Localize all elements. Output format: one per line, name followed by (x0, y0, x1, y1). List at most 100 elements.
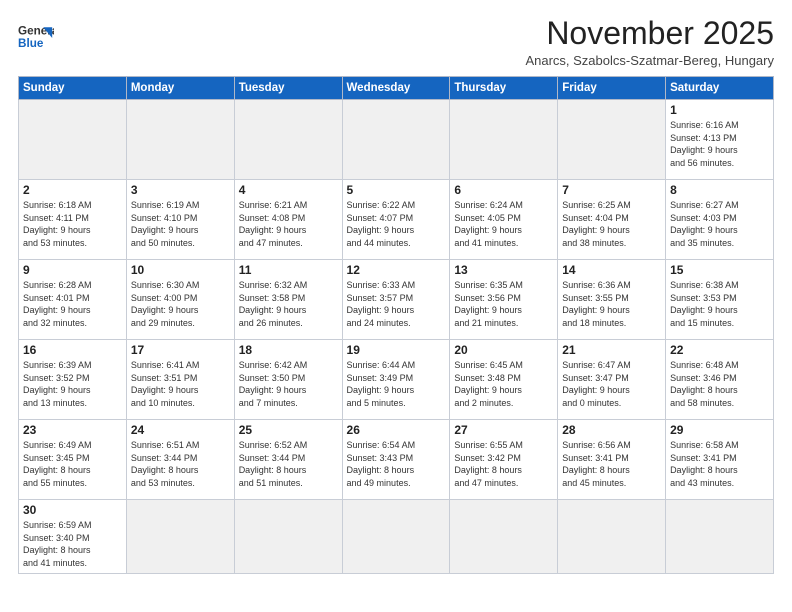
calendar-cell: 29 Sunrise: 6:58 AM Sunset: 3:41 PM Dayli… (666, 420, 774, 500)
calendar-cell: 3Sunrise: 6:19 AM Sunset: 4:10 PM Daylig… (126, 180, 234, 260)
day-info: Sunrise: 6:21 AM Sunset: 4:08 PM Dayligh… (239, 199, 338, 249)
calendar-cell (666, 500, 774, 573)
day-number: 15 (670, 263, 769, 277)
calendar-cell: 17Sunrise: 6:41 AM Sunset: 3:51 PM Dayli… (126, 340, 234, 420)
day-info: Sunrise: 6:32 AM Sunset: 3:58 PM Dayligh… (239, 279, 338, 329)
calendar-week-row: 16Sunrise: 6:39 AM Sunset: 3:52 PM Dayli… (19, 340, 774, 420)
logo-icon: General Blue (18, 20, 54, 56)
calendar-cell: 18Sunrise: 6:42 AM Sunset: 3:50 PM Dayli… (234, 340, 342, 420)
day-info: Sunrise: 6:19 AM Sunset: 4:10 PM Dayligh… (131, 199, 230, 249)
day-info: Sunrise: 6:55 AM Sunset: 3:42 PM Dayligh… (454, 439, 553, 489)
day-info: Sunrise: 6:16 AM Sunset: 4:13 PM Dayligh… (670, 119, 769, 169)
calendar-week-row: 9 Sunrise: 6:28 AM Sunset: 4:01 PM Daylig… (19, 260, 774, 340)
calendar-cell (450, 100, 558, 180)
calendar-cell (126, 500, 234, 573)
day-info: Sunrise: 6:24 AM Sunset: 4:05 PM Dayligh… (454, 199, 553, 249)
calendar-cell: 27 Sunrise: 6:55 AM Sunset: 3:42 PM Dayli… (450, 420, 558, 500)
svg-text:Blue: Blue (18, 37, 44, 50)
calendar-cell: 2 Sunrise: 6:18 AM Sunset: 4:11 PM Daylig… (19, 180, 127, 260)
calendar-cell: 22 Sunrise: 6:48 AM Sunset: 3:46 PM Dayli… (666, 340, 774, 420)
calendar-cell: 4 Sunrise: 6:21 AM Sunset: 4:08 PM Daylig… (234, 180, 342, 260)
day-info: Sunrise: 6:42 AM Sunset: 3:50 PM Dayligh… (239, 359, 338, 409)
day-number: 25 (239, 423, 338, 437)
calendar-cell: 26 Sunrise: 6:54 AM Sunset: 3:43 PM Dayli… (342, 420, 450, 500)
calendar-header-monday: Monday (126, 77, 234, 100)
day-info: Sunrise: 6:38 AM Sunset: 3:53 PM Dayligh… (670, 279, 769, 329)
day-number: 9 (23, 263, 122, 277)
day-number: 26 (347, 423, 446, 437)
day-number: 29 (670, 423, 769, 437)
calendar-week-row: 1 Sunrise: 6:16 AM Sunset: 4:13 PM Daylig… (19, 100, 774, 180)
calendar-week-row: 23Sunrise: 6:49 AM Sunset: 3:45 PM Dayli… (19, 420, 774, 500)
calendar-cell (19, 100, 127, 180)
header: General Blue November 2025 Anarcs, Szabo… (18, 16, 774, 68)
day-info: Sunrise: 6:59 AM Sunset: 3:40 PM Dayligh… (23, 519, 122, 569)
day-number: 27 (454, 423, 553, 437)
day-info: Sunrise: 6:48 AM Sunset: 3:46 PM Dayligh… (670, 359, 769, 409)
calendar-cell: 19Sunrise: 6:44 AM Sunset: 3:49 PM Dayli… (342, 340, 450, 420)
calendar-cell: 24 Sunrise: 6:51 AM Sunset: 3:44 PM Dayli… (126, 420, 234, 500)
calendar-cell: 25 Sunrise: 6:52 AM Sunset: 3:44 PM Dayli… (234, 420, 342, 500)
title-area: November 2025 Anarcs, Szabolcs-Szatmar-B… (525, 16, 774, 68)
page: General Blue November 2025 Anarcs, Szabo… (0, 0, 792, 612)
day-number: 30 (23, 503, 122, 517)
calendar: SundayMondayTuesdayWednesdayThursdayFrid… (18, 76, 774, 573)
calendar-cell: 1 Sunrise: 6:16 AM Sunset: 4:13 PM Daylig… (666, 100, 774, 180)
calendar-header-friday: Friday (558, 77, 666, 100)
calendar-cell (234, 100, 342, 180)
calendar-header-sunday: Sunday (19, 77, 127, 100)
calendar-cell: 5 Sunrise: 6:22 AM Sunset: 4:07 PM Daylig… (342, 180, 450, 260)
day-info: Sunrise: 6:27 AM Sunset: 4:03 PM Dayligh… (670, 199, 769, 249)
day-info: Sunrise: 6:58 AM Sunset: 3:41 PM Dayligh… (670, 439, 769, 489)
day-info: Sunrise: 6:30 AM Sunset: 4:00 PM Dayligh… (131, 279, 230, 329)
calendar-cell: 13 Sunrise: 6:35 AM Sunset: 3:56 PM Dayli… (450, 260, 558, 340)
day-info: Sunrise: 6:28 AM Sunset: 4:01 PM Dayligh… (23, 279, 122, 329)
day-number: 6 (454, 183, 553, 197)
month-title: November 2025 (525, 16, 774, 51)
day-number: 7 (562, 183, 661, 197)
day-info: Sunrise: 6:35 AM Sunset: 3:56 PM Dayligh… (454, 279, 553, 329)
day-info: Sunrise: 6:39 AM Sunset: 3:52 PM Dayligh… (23, 359, 122, 409)
calendar-cell: 12 Sunrise: 6:33 AM Sunset: 3:57 PM Dayli… (342, 260, 450, 340)
calendar-cell: 14Sunrise: 6:36 AM Sunset: 3:55 PM Dayli… (558, 260, 666, 340)
day-number: 4 (239, 183, 338, 197)
location-title: Anarcs, Szabolcs-Szatmar-Bereg, Hungary (525, 53, 774, 68)
day-info: Sunrise: 6:44 AM Sunset: 3:49 PM Dayligh… (347, 359, 446, 409)
day-number: 1 (670, 103, 769, 117)
calendar-cell (558, 500, 666, 573)
day-number: 17 (131, 343, 230, 357)
calendar-cell: 20Sunrise: 6:45 AM Sunset: 3:48 PM Dayli… (450, 340, 558, 420)
calendar-cell: 23Sunrise: 6:49 AM Sunset: 3:45 PM Dayli… (19, 420, 127, 500)
calendar-cell: 11Sunrise: 6:32 AM Sunset: 3:58 PM Dayli… (234, 260, 342, 340)
calendar-week-row: 30 Sunrise: 6:59 AM Sunset: 3:40 PM Dayli… (19, 500, 774, 573)
day-info: Sunrise: 6:22 AM Sunset: 4:07 PM Dayligh… (347, 199, 446, 249)
calendar-header-row: SundayMondayTuesdayWednesdayThursdayFrid… (19, 77, 774, 100)
logo: General Blue (18, 20, 54, 56)
day-number: 12 (347, 263, 446, 277)
day-info: Sunrise: 6:54 AM Sunset: 3:43 PM Dayligh… (347, 439, 446, 489)
day-info: Sunrise: 6:51 AM Sunset: 3:44 PM Dayligh… (131, 439, 230, 489)
day-number: 2 (23, 183, 122, 197)
calendar-cell: 6 Sunrise: 6:24 AM Sunset: 4:05 PM Daylig… (450, 180, 558, 260)
calendar-cell: 28Sunrise: 6:56 AM Sunset: 3:41 PM Dayli… (558, 420, 666, 500)
day-info: Sunrise: 6:56 AM Sunset: 3:41 PM Dayligh… (562, 439, 661, 489)
day-number: 23 (23, 423, 122, 437)
day-info: Sunrise: 6:18 AM Sunset: 4:11 PM Dayligh… (23, 199, 122, 249)
day-info: Sunrise: 6:33 AM Sunset: 3:57 PM Dayligh… (347, 279, 446, 329)
day-info: Sunrise: 6:45 AM Sunset: 3:48 PM Dayligh… (454, 359, 553, 409)
day-number: 24 (131, 423, 230, 437)
calendar-cell (126, 100, 234, 180)
day-number: 21 (562, 343, 661, 357)
day-number: 5 (347, 183, 446, 197)
calendar-cell (234, 500, 342, 573)
calendar-cell (342, 500, 450, 573)
day-number: 13 (454, 263, 553, 277)
calendar-cell: 30 Sunrise: 6:59 AM Sunset: 3:40 PM Dayli… (19, 500, 127, 573)
day-number: 10 (131, 263, 230, 277)
calendar-cell (450, 500, 558, 573)
day-info: Sunrise: 6:52 AM Sunset: 3:44 PM Dayligh… (239, 439, 338, 489)
day-info: Sunrise: 6:25 AM Sunset: 4:04 PM Dayligh… (562, 199, 661, 249)
calendar-cell: 21Sunrise: 6:47 AM Sunset: 3:47 PM Dayli… (558, 340, 666, 420)
calendar-cell (342, 100, 450, 180)
day-number: 22 (670, 343, 769, 357)
